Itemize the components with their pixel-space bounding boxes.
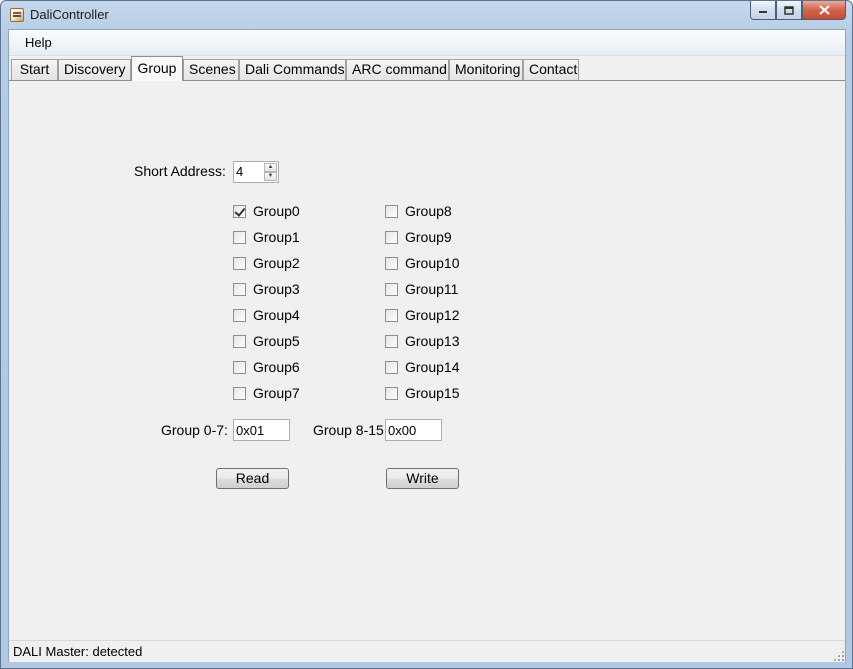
- maximize-button[interactable]: [776, 1, 802, 20]
- checkbox-icon[interactable]: [385, 230, 398, 244]
- group-checkbox-label[interactable]: Group13: [405, 333, 459, 349]
- checkbox-icon[interactable]: [233, 282, 246, 296]
- checkbox-icon[interactable]: [233, 360, 246, 374]
- write-button[interactable]: Write: [386, 468, 459, 489]
- group-8-15-field[interactable]: 0x00: [385, 419, 442, 441]
- group-0-7-field[interactable]: 0x01: [233, 419, 290, 441]
- checkbox-icon[interactable]: [233, 230, 246, 244]
- client-area: Help Start Discovery Group Scenes Dali C…: [8, 29, 846, 662]
- tab-strip: Start Discovery Group Scenes Dali Comman…: [11, 56, 843, 81]
- group-checkbox-label[interactable]: Group3: [253, 281, 300, 297]
- group-checkbox[interactable]: Group15: [385, 385, 459, 401]
- tab-contact[interactable]: Contact: [523, 59, 579, 80]
- checkbox-icon[interactable]: [385, 386, 398, 400]
- group-checkbox[interactable]: Group12: [385, 307, 459, 323]
- resize-grip-icon[interactable]: [833, 650, 844, 661]
- group-checkbox-label[interactable]: Group9: [405, 229, 452, 245]
- checkbox-icon[interactable]: [385, 256, 398, 270]
- close-button[interactable]: [802, 1, 846, 20]
- status-bar: DALI Master: detected: [9, 640, 845, 662]
- group-checkbox[interactable]: Group10: [385, 255, 459, 271]
- group-checkbox-label[interactable]: Group12: [405, 307, 459, 323]
- minimize-icon: [759, 11, 767, 13]
- group-checkbox[interactable]: Group6: [233, 359, 300, 375]
- checkbox-icon[interactable]: [385, 360, 398, 374]
- group-tab-panel: Short Address: 4 ▲ ▼ Group0 Group1 Group2 G…: [9, 80, 845, 640]
- menu-bar: Help: [9, 30, 845, 56]
- group-checkbox-label[interactable]: Group5: [253, 333, 300, 349]
- caption-buttons: [750, 1, 846, 20]
- group-8-15-label: Group 8-15:: [313, 422, 388, 438]
- menu-help[interactable]: Help: [18, 30, 59, 56]
- group-checkbox[interactable]: Group1: [233, 229, 300, 245]
- tab-dali-commands[interactable]: Dali Commands: [239, 59, 346, 80]
- group-checkbox[interactable]: Group13: [385, 333, 459, 349]
- spin-down-icon[interactable]: ▼: [264, 172, 277, 181]
- group-checkbox-label[interactable]: Group15: [405, 385, 459, 401]
- close-icon: [818, 5, 830, 15]
- short-address-label: Short Address:: [134, 163, 226, 179]
- group-checkbox[interactable]: Group3: [233, 281, 300, 297]
- group-checkbox[interactable]: Group14: [385, 359, 459, 375]
- group-checkbox[interactable]: Group0: [233, 203, 300, 219]
- group-0-7-label: Group 0-7:: [161, 422, 228, 438]
- checkbox-icon[interactable]: [233, 308, 246, 322]
- group-checkbox-label[interactable]: Group8: [405, 203, 452, 219]
- checkbox-icon[interactable]: [233, 256, 246, 270]
- short-address-value[interactable]: 4: [236, 164, 243, 179]
- group-checkbox-label[interactable]: Group1: [253, 229, 300, 245]
- group-checkbox-label[interactable]: Group14: [405, 359, 459, 375]
- minimize-button[interactable]: [750, 1, 776, 20]
- group-checkbox-label[interactable]: Group7: [253, 385, 300, 401]
- group-checkbox[interactable]: Group8: [385, 203, 452, 219]
- maximize-icon: [784, 5, 794, 15]
- checkbox-checked-icon[interactable]: [233, 204, 246, 218]
- checkbox-icon[interactable]: [385, 334, 398, 348]
- spin-buttons: ▲ ▼: [264, 163, 277, 181]
- group-checkbox[interactable]: Group7: [233, 385, 300, 401]
- group-checkbox-label[interactable]: Group11: [405, 281, 458, 297]
- group-checkbox[interactable]: Group2: [233, 255, 300, 271]
- group-checkbox-label[interactable]: Group4: [253, 307, 300, 323]
- group-checkbox-label[interactable]: Group10: [405, 255, 459, 271]
- checkbox-icon[interactable]: [385, 204, 398, 218]
- short-address-stepper[interactable]: 4 ▲ ▼: [233, 161, 279, 183]
- checkbox-icon[interactable]: [385, 308, 398, 322]
- tab-start[interactable]: Start: [11, 59, 58, 80]
- spin-up-icon[interactable]: ▲: [264, 163, 277, 172]
- checkbox-icon[interactable]: [233, 334, 246, 348]
- tab-monitoring[interactable]: Monitoring: [449, 59, 523, 80]
- group-checkbox-label[interactable]: Group6: [253, 359, 300, 375]
- group-checkbox[interactable]: Group5: [233, 333, 300, 349]
- tab-group[interactable]: Group: [131, 56, 183, 81]
- app-icon: [10, 8, 24, 22]
- tab-scenes[interactable]: Scenes: [183, 59, 239, 80]
- read-button[interactable]: Read: [216, 468, 289, 489]
- tab-discovery[interactable]: Discovery: [58, 59, 131, 80]
- tab-arc-command[interactable]: ARC command: [346, 59, 449, 80]
- main-window: DaliController Help Start Discovery Grou…: [0, 0, 853, 669]
- group-checkbox[interactable]: Group11: [385, 281, 458, 297]
- checkbox-icon[interactable]: [385, 282, 398, 296]
- window-title: DaliController: [30, 7, 109, 22]
- group-checkbox-label[interactable]: Group0: [253, 203, 300, 219]
- group-checkbox[interactable]: Group9: [385, 229, 452, 245]
- checkbox-icon[interactable]: [233, 386, 246, 400]
- status-text: DALI Master: detected: [13, 644, 143, 659]
- group-checkbox[interactable]: Group4: [233, 307, 300, 323]
- title-bar[interactable]: DaliController: [1, 1, 852, 29]
- group-checkbox-label[interactable]: Group2: [253, 255, 300, 271]
